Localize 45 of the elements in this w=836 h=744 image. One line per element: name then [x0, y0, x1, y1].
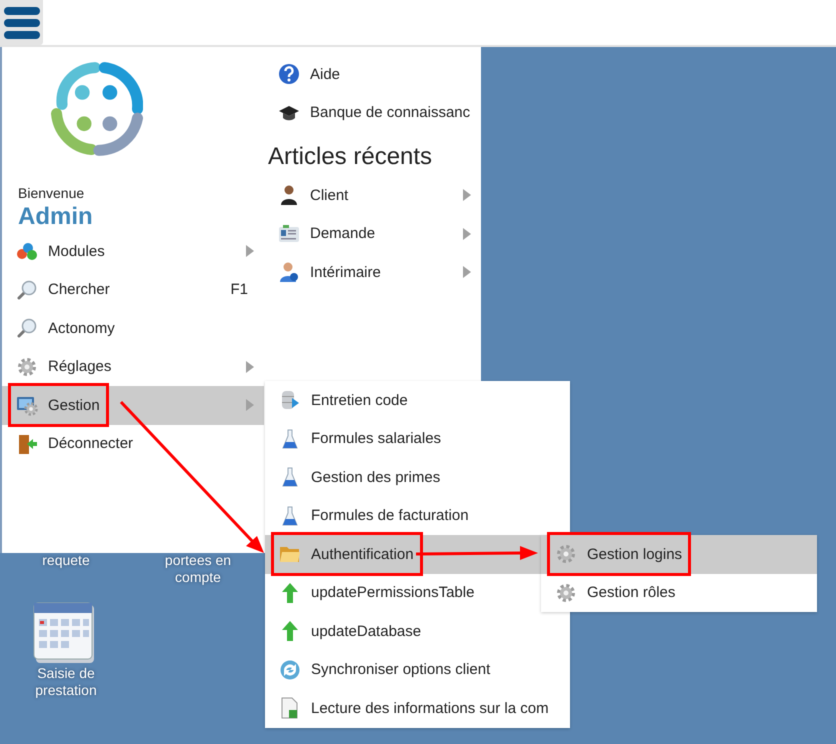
menu-item[interactable]: Synchroniser options client: [265, 650, 570, 689]
help-icon: [278, 63, 300, 86]
monitor-gear-icon: [16, 394, 38, 416]
shortcut-label: F1: [230, 281, 248, 298]
sync-icon: [279, 658, 301, 681]
settings-icon: [555, 582, 577, 604]
desktop-icon-label[interactable]: portees en compte: [148, 552, 248, 586]
menu-item[interactable]: Déconnecter: [2, 424, 264, 463]
up-arrow-icon: [279, 582, 301, 604]
desktop-icon-label[interactable]: requete: [16, 552, 116, 569]
id-card-icon: [278, 222, 300, 245]
cubes-icon: [16, 240, 38, 262]
menu-item[interactable]: updateDatabase: [265, 612, 570, 650]
person-icon: [278, 184, 300, 206]
menu-item[interactable]: Formules salariales: [265, 420, 570, 458]
menu-item[interactable]: Client: [264, 176, 481, 214]
section-heading: Articles récents: [267, 142, 434, 172]
exit-door-icon: [16, 432, 38, 455]
search-icon: [16, 278, 38, 301]
user-name: Admin: [18, 202, 94, 232]
menu-item[interactable]: Entretien code: [265, 381, 570, 420]
menu-item[interactable]: Chercher F1: [2, 270, 264, 309]
up-arrow-icon: [279, 620, 301, 642]
menu-item[interactable]: Demande: [264, 214, 481, 253]
menu-item[interactable]: Formules de facturation: [265, 496, 570, 535]
menu-item[interactable]: Banque de connaissanc: [264, 94, 481, 132]
menu-button[interactable]: [0, 0, 43, 45]
settings-icon: [555, 543, 577, 566]
person-info-icon: [278, 261, 300, 284]
menu-item[interactable]: Modules: [2, 232, 264, 270]
menu-item[interactable]: Intérimaire: [264, 253, 481, 292]
desktop-icon-label[interactable]: Saisie de prestation: [16, 665, 116, 699]
menu-item[interactable]: Lecture des informations sur la com: [265, 689, 570, 728]
menu-icon: [4, 6, 40, 40]
search-icon: [16, 317, 38, 340]
menu-item[interactable]: Réglages: [2, 348, 264, 386]
settings-icon: [16, 356, 38, 378]
menu-item[interactable]: Aide: [264, 55, 481, 94]
menu-item[interactable]: Gestion: [2, 386, 264, 424]
welcome-text: Bienvenue: [18, 184, 86, 202]
database-icon: [279, 389, 301, 412]
menu-item[interactable]: Gestion rôles: [541, 574, 817, 612]
menu-item[interactable]: Gestion logins: [541, 535, 817, 574]
menu-item[interactable]: Gestion des primes: [265, 458, 570, 496]
menu-item[interactable]: Actonomy: [2, 309, 264, 348]
